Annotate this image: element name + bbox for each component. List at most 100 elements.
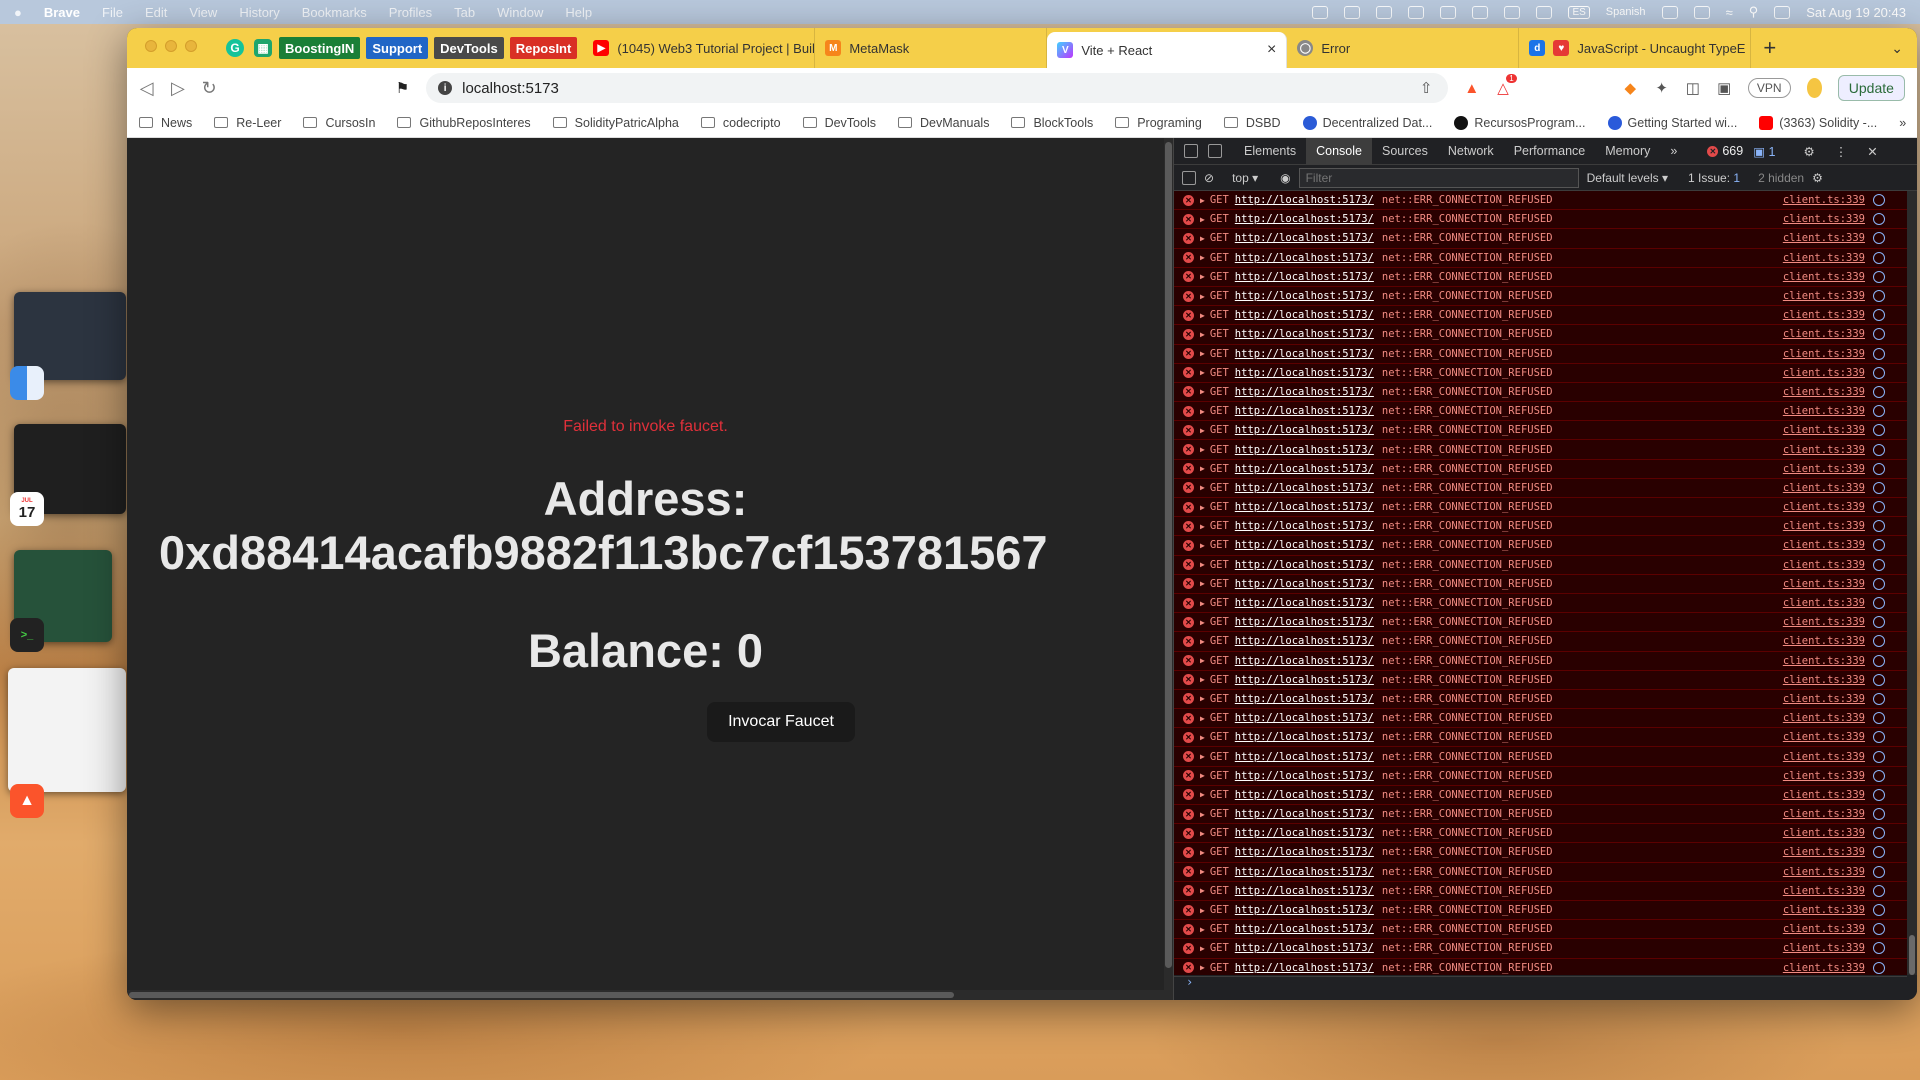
request-url-link[interactable]: http://localhost:5173/ [1235, 846, 1374, 858]
expand-triangle-icon[interactable]: ▶ [1200, 387, 1205, 396]
status-icon[interactable] [1408, 5, 1425, 19]
expand-triangle-icon[interactable]: ▶ [1200, 464, 1205, 473]
request-url-link[interactable]: http://localhost:5173/ [1235, 559, 1374, 571]
reload-button[interactable]: ↻ [202, 78, 217, 99]
menu-view[interactable]: View [189, 5, 217, 20]
tab-sources[interactable]: Sources [1372, 138, 1438, 165]
source-link[interactable]: client.ts:339 [1783, 770, 1865, 782]
console-error-row[interactable]: ✕ ▶ GET http://localhost:5173/net::ERR_CONN… [1174, 229, 1907, 249]
console-error-row[interactable]: ✕ ▶ GET http://localhost:5173/net::ERR_CONN… [1174, 766, 1907, 786]
network-request-icon[interactable] [1873, 481, 1885, 494]
network-request-icon[interactable] [1873, 328, 1885, 341]
scroll-thumb[interactable] [129, 992, 954, 998]
request-url-link[interactable]: http://localhost:5173/ [1235, 271, 1374, 283]
console-error-row[interactable]: ✕ ▶ GET http://localhost:5173/net::ERR_CONN… [1174, 862, 1907, 882]
bookmark-folder[interactable]: DevTools [802, 116, 876, 130]
invoke-faucet-button[interactable]: Invocar Faucet [707, 702, 855, 742]
expand-triangle-icon[interactable]: ▶ [1200, 714, 1205, 723]
network-request-icon[interactable] [1873, 692, 1885, 705]
source-link[interactable]: client.ts:339 [1783, 674, 1865, 686]
url-text[interactable]: localhost:5173 [462, 80, 1406, 97]
live-expression-eye-icon[interactable]: ◉ [1280, 171, 1290, 185]
console-error-row[interactable]: ✕ ▶ GET http://localhost:5173/net::ERR_CONN… [1174, 670, 1907, 690]
bookmark-tag-devtools[interactable]: DevTools [434, 37, 504, 59]
console-error-row[interactable]: ✕ ▶ GET http://localhost:5173/net::ERR_CONN… [1174, 709, 1907, 729]
apple-icon[interactable]: ● [14, 5, 22, 20]
console-error-row[interactable]: ✕ ▶ GET http://localhost:5173/net::ERR_CONN… [1174, 843, 1907, 863]
network-request-icon[interactable] [1873, 309, 1885, 322]
network-request-icon[interactable] [1873, 769, 1885, 782]
status-icon[interactable] [1440, 5, 1457, 19]
close-window-button[interactable] [145, 40, 157, 52]
expand-triangle-icon[interactable]: ▶ [1200, 829, 1205, 838]
network-request-icon[interactable] [1873, 501, 1885, 514]
console-error-row[interactable]: ✕ ▶ GET http://localhost:5173/net::ERR_CONN… [1174, 402, 1907, 422]
network-request-icon[interactable] [1873, 884, 1885, 897]
request-url-link[interactable]: http://localhost:5173/ [1235, 751, 1374, 763]
expand-triangle-icon[interactable]: ▶ [1200, 810, 1205, 819]
address-bar[interactable]: i localhost:5173 ⇧ [426, 73, 1449, 103]
network-request-icon[interactable] [1873, 539, 1885, 552]
expand-triangle-icon[interactable]: ▶ [1200, 196, 1205, 205]
console-error-row[interactable]: ✕ ▶ GET http://localhost:5173/net::ERR_CONN… [1174, 459, 1907, 479]
source-link[interactable]: client.ts:339 [1783, 712, 1865, 724]
forward-button[interactable]: ▷ [170, 78, 185, 99]
bookmark-tag-reposint[interactable]: ReposInt [509, 37, 578, 59]
source-link[interactable]: client.ts:339 [1783, 904, 1865, 916]
search-icon[interactable]: ⚲ [1749, 4, 1759, 20]
more-bookmarks-icon[interactable]: » [1899, 116, 1906, 130]
error-count-badge[interactable]: ✕ 669 [1707, 144, 1743, 158]
console-input-area[interactable] [1174, 976, 1907, 1000]
network-request-icon[interactable] [1873, 290, 1885, 303]
expand-triangle-icon[interactable]: ▶ [1200, 541, 1205, 550]
request-url-link[interactable]: http://localhost:5173/ [1235, 290, 1374, 302]
console-error-row[interactable]: ✕ ▶ GET http://localhost:5173/net::ERR_CONN… [1174, 785, 1907, 805]
expand-triangle-icon[interactable]: ▶ [1200, 944, 1205, 953]
issues-button[interactable]: 1 Issue: 1 [1688, 171, 1740, 185]
expand-triangle-icon[interactable]: ▶ [1200, 445, 1205, 454]
request-url-link[interactable]: http://localhost:5173/ [1235, 348, 1374, 360]
tab-memory[interactable]: Memory [1595, 138, 1660, 165]
request-url-link[interactable]: http://localhost:5173/ [1235, 827, 1374, 839]
request-url-link[interactable]: http://localhost:5173/ [1235, 482, 1374, 494]
tab-youtube[interactable]: ▶ (1045) Web3 Tutorial Project | Build [583, 28, 816, 68]
menu-window[interactable]: Window [497, 5, 543, 20]
console-error-row[interactable]: ✕ ▶ GET http://localhost:5173/net::ERR_CONN… [1174, 498, 1907, 518]
brave-icon[interactable]: ▲ [10, 784, 44, 818]
network-request-icon[interactable] [1873, 520, 1885, 533]
tab-console[interactable]: Console [1306, 137, 1372, 165]
expand-triangle-icon[interactable]: ▶ [1200, 694, 1205, 703]
console-error-row[interactable]: ✕ ▶ GET http://localhost:5173/net::ERR_CONN… [1174, 939, 1907, 959]
calendar-icon[interactable]: JUL 17 [10, 492, 44, 526]
network-request-icon[interactable] [1873, 443, 1885, 456]
expand-triangle-icon[interactable]: ▶ [1200, 925, 1205, 934]
profile-avatar[interactable] [1806, 78, 1822, 98]
network-request-icon[interactable] [1873, 577, 1885, 590]
expand-triangle-icon[interactable]: ▶ [1200, 867, 1205, 876]
log-levels-dropdown[interactable]: Default levels ▾ [1587, 171, 1668, 185]
source-link[interactable]: client.ts:339 [1783, 693, 1865, 705]
request-url-link[interactable]: http://localhost:5173/ [1235, 693, 1374, 705]
request-url-link[interactable]: http://localhost:5173/ [1235, 463, 1374, 475]
minimize-window-button[interactable] [165, 40, 177, 52]
control-center-icon[interactable] [1774, 5, 1791, 19]
close-devtools-icon[interactable]: ✕ [1857, 138, 1887, 165]
console-error-row[interactable]: ✕ ▶ GET http://localhost:5173/net::ERR_CONN… [1174, 248, 1907, 268]
expand-triangle-icon[interactable]: ▶ [1200, 886, 1205, 895]
request-url-link[interactable]: http://localhost:5173/ [1235, 213, 1374, 225]
network-request-icon[interactable] [1873, 251, 1885, 264]
console-error-row[interactable]: ✕ ▶ GET http://localhost:5173/net::ERR_CONN… [1174, 536, 1907, 556]
source-link[interactable]: client.ts:339 [1783, 846, 1865, 858]
source-link[interactable]: client.ts:339 [1783, 501, 1865, 513]
request-url-link[interactable]: http://localhost:5173/ [1235, 367, 1374, 379]
page-horizontal-scrollbar[interactable] [127, 990, 1164, 1000]
expand-triangle-icon[interactable]: ▶ [1200, 733, 1205, 742]
clear-console-icon[interactable]: ⊘ [1204, 171, 1214, 185]
expand-triangle-icon[interactable]: ▶ [1200, 349, 1205, 358]
console-error-row[interactable]: ✕ ▶ GET http://localhost:5173/net::ERR_CONN… [1174, 689, 1907, 710]
console-error-row[interactable]: ✕ ▶ GET http://localhost:5173/net::ERR_CONN… [1174, 632, 1907, 652]
input-source-badge[interactable]: ES [1568, 5, 1590, 19]
source-link[interactable]: client.ts:339 [1783, 444, 1865, 456]
source-link[interactable]: client.ts:339 [1783, 213, 1865, 225]
extensions-icon[interactable]: ✦ [1654, 78, 1669, 98]
